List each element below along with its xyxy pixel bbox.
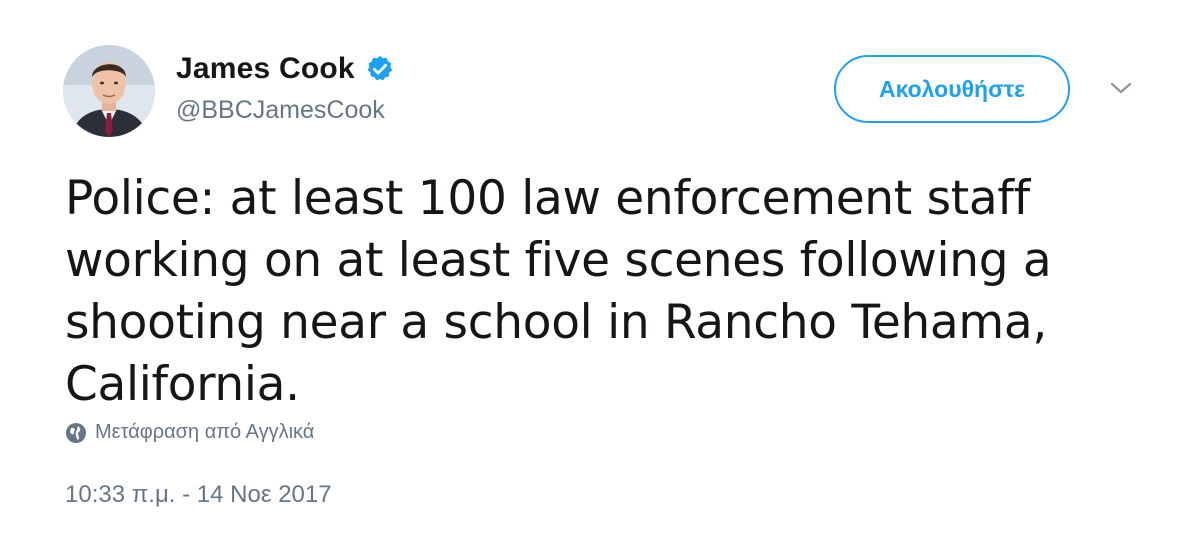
translate-tweet-link[interactable]: Μετάφραση από Αγγλικά bbox=[65, 421, 314, 444]
tweet-text: Police: at least 100 law enforcement sta… bbox=[65, 171, 1052, 412]
chevron-down-icon[interactable] bbox=[1108, 78, 1134, 98]
tweet-card: James Cook @BBCJamesCook Ακολουθήστε Pol… bbox=[0, 0, 1200, 535]
globe-icon bbox=[65, 422, 87, 444]
tweet-timestamp[interactable]: 10:33 π.μ. - 14 Νοε 2017 bbox=[65, 481, 332, 509]
verified-badge-icon bbox=[365, 54, 395, 84]
avatar-image bbox=[63, 45, 155, 137]
author-handle[interactable]: @BBCJamesCook bbox=[176, 96, 385, 125]
avatar[interactable] bbox=[63, 45, 155, 137]
author-display-name[interactable]: James Cook bbox=[176, 52, 355, 86]
translate-label: Μετάφραση από Αγγλικά bbox=[95, 421, 315, 443]
author-name-row: James Cook bbox=[176, 52, 395, 86]
follow-button[interactable]: Ακολουθήστε bbox=[834, 55, 1070, 123]
